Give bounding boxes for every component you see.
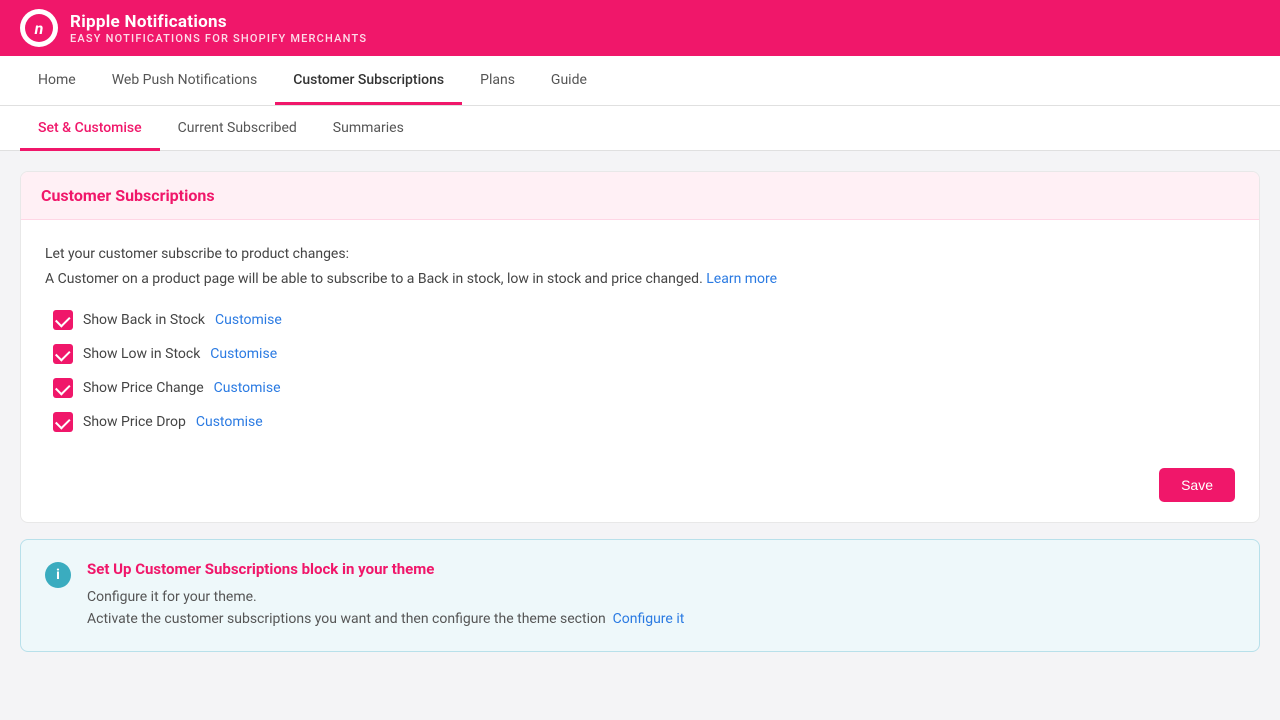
card-body: Let your customer subscribe to product c… [21, 220, 1259, 456]
configure-it-link[interactable]: Configure it [613, 611, 685, 627]
tab-current-subscribed[interactable]: Current Subscribed [160, 106, 315, 151]
main-content: Customer Subscriptions Let your customer… [0, 151, 1280, 672]
checkbox-low-in-stock-label: Show Low in Stock [83, 346, 200, 362]
tab-set-customise[interactable]: Set & Customise [20, 106, 160, 151]
app-logo: n [20, 9, 58, 47]
checkbox-low-in-stock: Show Low in Stock Customise [53, 344, 1235, 364]
logo-letter: n [25, 14, 53, 42]
info-content: Set Up Customer Subscriptions block in y… [87, 560, 684, 631]
nav-item-plans[interactable]: Plans [462, 56, 533, 105]
info-title: Set Up Customer Subscriptions block in y… [87, 560, 684, 578]
customise-back-in-stock-link[interactable]: Customise [215, 312, 282, 328]
checkbox-price-change-box[interactable] [53, 378, 73, 398]
customise-low-in-stock-link[interactable]: Customise [210, 346, 277, 362]
main-nav: Home Web Push Notifications Customer Sub… [0, 56, 1280, 106]
nav-item-home[interactable]: Home [20, 56, 94, 105]
header-text: Ripple Notifications EASY NOTIFICATIONS … [70, 12, 367, 45]
app-subtitle: EASY NOTIFICATIONS FOR SHOPIFY MERCHANTS [70, 32, 367, 45]
description-line2: A Customer on a product page will be abl… [45, 269, 1235, 290]
customise-price-drop-link[interactable]: Customise [196, 414, 263, 430]
info-block: i Set Up Customer Subscriptions block in… [20, 539, 1260, 652]
save-row: Save [21, 456, 1259, 522]
checkbox-back-in-stock: Show Back in Stock Customise [53, 310, 1235, 330]
customise-price-change-link[interactable]: Customise [214, 380, 281, 396]
checkbox-price-drop: Show Price Drop Customise [53, 412, 1235, 432]
checkbox-price-change: Show Price Change Customise [53, 378, 1235, 398]
checkbox-price-change-label: Show Price Change [83, 380, 204, 396]
nav-item-customer-subscriptions[interactable]: Customer Subscriptions [275, 56, 462, 105]
info-icon: i [45, 562, 71, 588]
card-description: Let your customer subscribe to product c… [45, 244, 1235, 290]
nav-item-web-push[interactable]: Web Push Notifications [94, 56, 276, 105]
checkbox-back-in-stock-label: Show Back in Stock [83, 312, 205, 328]
checkbox-price-drop-label: Show Price Drop [83, 414, 186, 430]
nav-item-guide[interactable]: Guide [533, 56, 605, 105]
card-title: Customer Subscriptions [21, 172, 1259, 220]
app-title: Ripple Notifications [70, 12, 367, 32]
checkbox-list: Show Back in Stock Customise Show Low in… [53, 310, 1235, 432]
info-text: Configure it for your theme. Activate th… [87, 586, 684, 631]
app-header: n Ripple Notifications EASY NOTIFICATION… [0, 0, 1280, 56]
save-button[interactable]: Save [1159, 468, 1235, 502]
tab-summaries[interactable]: Summaries [315, 106, 422, 151]
checkbox-back-in-stock-box[interactable] [53, 310, 73, 330]
checkbox-price-drop-box[interactable] [53, 412, 73, 432]
checkbox-low-in-stock-box[interactable] [53, 344, 73, 364]
learn-more-link[interactable]: Learn more [706, 271, 777, 287]
customer-subscriptions-card: Customer Subscriptions Let your customer… [20, 171, 1260, 523]
sub-tabs: Set & Customise Current Subscribed Summa… [0, 106, 1280, 151]
description-line1: Let your customer subscribe to product c… [45, 244, 1235, 265]
